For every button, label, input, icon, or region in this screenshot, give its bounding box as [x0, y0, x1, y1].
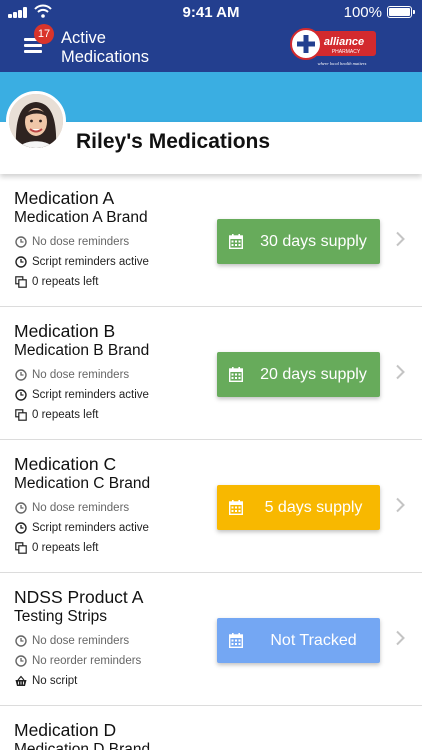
medication-brand: Medication C Brand: [14, 475, 151, 492]
status-text: Script reminders active: [32, 522, 149, 534]
medication-row[interactable]: NDSS Product A Testing Strips No dose remi…: [0, 573, 422, 706]
copy-icon: [15, 542, 27, 554]
calendar-icon: [229, 234, 243, 249]
avatar-photo: [9, 94, 63, 148]
chevron-right-icon: [396, 497, 405, 513]
medication-status-line: No reorder reminders: [15, 655, 141, 667]
medication-row[interactable]: Medication C Medication C Brand No dose re…: [0, 440, 422, 573]
avatar[interactable]: [6, 91, 66, 151]
medication-brand: Medication A Brand: [14, 209, 148, 226]
status-text: No dose reminders: [32, 502, 130, 514]
clock-icon: [15, 389, 27, 401]
medication-status-line: No dose reminders: [15, 635, 129, 647]
supply-button[interactable]: 30 days supply: [217, 219, 380, 264]
clock-icon: [15, 369, 27, 381]
medication-status-line: Script reminders active: [15, 522, 149, 534]
alliance-pharmacy-logo: alliance PHARMACY where local health mat…: [290, 28, 376, 66]
medication-status-line: No dose reminders: [15, 236, 129, 248]
calendar-icon: [229, 500, 243, 515]
medication-status-line: 0 repeats left: [15, 276, 98, 288]
medication-status-line: Script reminders active: [15, 389, 149, 401]
copy-icon: [15, 276, 27, 288]
status-text: 0 repeats left: [32, 409, 99, 421]
medication-row[interactable]: Medication A Medication A Brand No dose re…: [0, 174, 422, 307]
supply-button[interactable]: Not Tracked: [217, 618, 380, 663]
medication-brand: Testing Strips: [14, 608, 108, 625]
svg-text:alliance: alliance: [324, 36, 364, 48]
status-text: Script reminders active: [32, 389, 149, 401]
clock-icon: [15, 256, 27, 268]
chevron-right-icon: [396, 231, 405, 247]
supply-label: Not Tracked: [270, 631, 357, 649]
page-title: Active Medications: [61, 29, 150, 66]
medication-row[interactable]: Medication B Medication B Brand No dose re…: [0, 307, 422, 440]
medication-status-line: 0 repeats left: [15, 542, 98, 554]
clock-icon: [15, 655, 27, 667]
status-text: 0 repeats left: [32, 276, 99, 288]
medication-status-line: No dose reminders: [15, 502, 129, 514]
medication-name: Medication B: [14, 321, 116, 341]
clock-icon: [15, 502, 27, 514]
status-text: Script reminders active: [32, 256, 149, 268]
basket-icon: [15, 675, 27, 687]
app-header: 9:41 AM 100% 17 Active Medications allia…: [0, 0, 422, 72]
medication-name: NDSS Product A: [14, 587, 144, 607]
status-text: No reorder reminders: [32, 655, 142, 667]
clock-icon: [15, 635, 27, 647]
calendar-icon: [229, 633, 243, 648]
clock-icon: [15, 236, 27, 248]
medication-brand: Medication D Brand: [14, 741, 151, 750]
medication-name: Medication C: [14, 454, 117, 474]
chevron-right-icon: [396, 630, 405, 646]
supply-button[interactable]: 5 days supply: [217, 485, 380, 530]
medication-status-line: Script reminders active: [15, 256, 149, 268]
medication-name: Medication D: [14, 720, 117, 740]
status-text: 0 repeats left: [32, 542, 99, 554]
battery-percent: 100%: [343, 4, 382, 21]
status-text: No script: [32, 675, 78, 687]
copy-icon: [15, 409, 27, 421]
notification-badge: 17: [34, 24, 54, 44]
supply-label: 5 days supply: [264, 498, 363, 516]
chevron-right-icon: [396, 364, 405, 380]
status-bar: 9:41 AM 100%: [0, 0, 422, 24]
svg-text:where local health matters: where local health matters: [318, 61, 367, 66]
medication-list: Medication A Medication A Brand No dose re…: [0, 174, 422, 750]
patient-name: Riley's Medications: [76, 130, 271, 153]
battery-icon: [387, 6, 415, 18]
supply-button[interactable]: 20 days supply: [217, 352, 380, 397]
status-text: No dose reminders: [32, 236, 130, 248]
medication-brand: Medication B Brand: [14, 342, 150, 359]
supply-label: 30 days supply: [260, 232, 367, 250]
svg-text:PHARMACY: PHARMACY: [332, 49, 361, 55]
medication-status-line: 0 repeats left: [15, 409, 98, 421]
medication-name: Medication A: [14, 188, 115, 208]
clock-icon: [15, 522, 27, 534]
medication-status-line: No script: [15, 675, 77, 687]
medication-status-line: No dose reminders: [15, 369, 129, 381]
supply-label: 20 days supply: [260, 365, 367, 383]
calendar-icon: [229, 367, 243, 382]
medication-row[interactable]: Medication D Medication D Brand: [0, 706, 422, 750]
status-text: No dose reminders: [32, 369, 130, 381]
status-text: No dose reminders: [32, 635, 130, 647]
